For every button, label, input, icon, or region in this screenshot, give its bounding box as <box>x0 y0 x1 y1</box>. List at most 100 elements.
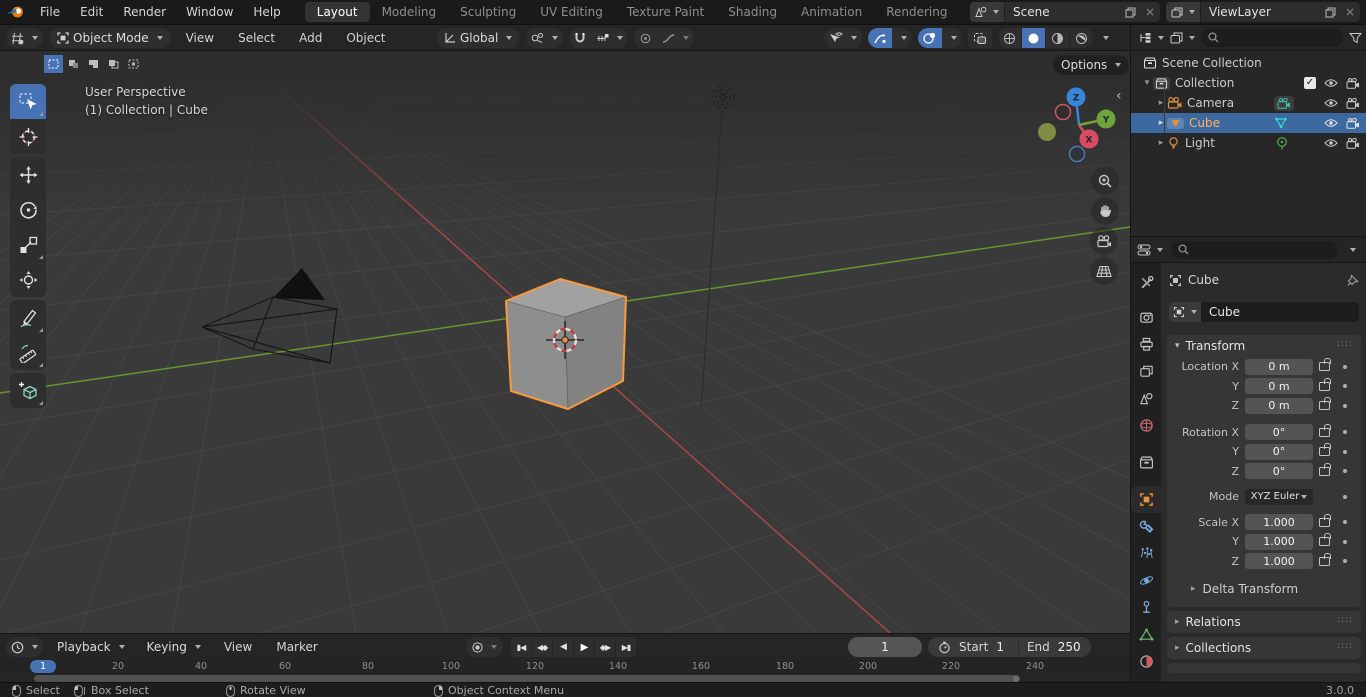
browse-object-button[interactable] <box>1169 302 1201 322</box>
viewport-3d[interactable]: User Perspective (1) Collection | Cube O… <box>0 51 1130 633</box>
panel-grip[interactable]: :::: <box>1337 339 1353 349</box>
tool-add-cube[interactable] <box>10 373 46 408</box>
viewlayer-name[interactable]: ViewLayer <box>1201 5 1320 19</box>
shading-rendered-button[interactable] <box>1070 28 1093 48</box>
gizmos-toggle[interactable] <box>868 28 892 48</box>
lock-icon[interactable] <box>1313 397 1335 411</box>
new-viewlayer-button[interactable] <box>1320 2 1340 22</box>
tool-measure[interactable] <box>10 335 46 370</box>
tab-object[interactable] <box>1131 486 1161 513</box>
timeline-scrollbar[interactable] <box>34 675 1020 682</box>
mesh-data-icon[interactable] <box>1274 117 1288 129</box>
tab-physics[interactable] <box>1131 567 1161 594</box>
jump-to-end-button[interactable]: ▶▮ <box>616 637 636 657</box>
transform-orientation-dropdown[interactable]: Global <box>436 28 521 48</box>
lock-icon[interactable] <box>1313 533 1335 547</box>
lock-icon[interactable] <box>1313 423 1335 437</box>
menu-object[interactable]: Object <box>337 31 394 45</box>
workspace-tab-uv-editing[interactable]: UV Editing <box>528 2 615 22</box>
new-scene-button[interactable] <box>1120 2 1140 22</box>
lock-icon[interactable] <box>1313 513 1335 527</box>
object-name-field[interactable]: Cube <box>1201 302 1359 322</box>
animate-dot[interactable] <box>1343 559 1347 564</box>
tool-annotate[interactable] <box>10 300 46 335</box>
current-frame-field[interactable]: 1 <box>848 637 922 657</box>
expand-arrow-icon[interactable]: ▸ <box>1155 98 1167 108</box>
hide-eye-icon[interactable] <box>1324 98 1338 108</box>
collections-panel[interactable]: ▸ Collections :::: <box>1167 637 1361 659</box>
tab-world[interactable] <box>1131 412 1161 439</box>
timeline-ruler[interactable]: 20 40 60 80 100 120 140 160 180 200 220 … <box>0 660 1130 673</box>
pan-button[interactable] <box>1091 197 1119 225</box>
camera-view-button[interactable] <box>1090 227 1118 255</box>
outliner-row-light[interactable]: ▸ Light <box>1131 133 1366 153</box>
select-mode-extend[interactable] <box>64 55 83 73</box>
tab-output[interactable] <box>1131 331 1161 358</box>
disable-render-icon[interactable] <box>1346 137 1360 149</box>
shading-dropdown[interactable] <box>1094 28 1114 48</box>
animate-dot[interactable] <box>1343 384 1347 389</box>
panel-grip[interactable]: :::: <box>1337 641 1353 651</box>
select-mode-invert[interactable] <box>104 55 123 73</box>
outliner-row-cube[interactable]: ▸ Cube <box>1131 113 1366 133</box>
gizmo-neg-z[interactable] <box>1068 145 1086 163</box>
relations-panel[interactable]: ▸ Relations :::: <box>1167 611 1361 633</box>
mode-selector[interactable]: Object Mode <box>49 28 171 48</box>
tab-tool[interactable] <box>1131 269 1161 296</box>
animate-dot[interactable] <box>1343 520 1347 525</box>
play-button[interactable]: ▶ <box>574 637 594 657</box>
snap-toggle[interactable] <box>569 28 592 48</box>
disable-render-icon[interactable] <box>1346 97 1360 109</box>
filter-icon[interactable] <box>1349 32 1362 44</box>
timeline-editor-type-button[interactable] <box>6 637 43 657</box>
outliner-row-camera[interactable]: ▸ Camera <box>1131 93 1366 113</box>
gizmos-dropdown[interactable] <box>892 28 912 48</box>
menu-window[interactable]: Window <box>176 5 243 19</box>
next-keyframe-button[interactable]: ◆▶ <box>595 637 615 657</box>
delete-scene-button[interactable]: × <box>1140 2 1160 22</box>
tool-cursor[interactable] <box>10 119 46 154</box>
gizmo-neg-x[interactable] <box>1054 103 1072 121</box>
outliner-row-collection[interactable]: ▾ Collection ✓ <box>1131 73 1366 93</box>
scale-y-field[interactable]: 1.000 <box>1245 533 1313 550</box>
shading-material-button[interactable] <box>1046 28 1069 48</box>
outliner-display-mode-dropdown[interactable] <box>1139 32 1164 44</box>
remove-viewlayer-button[interactable]: × <box>1340 2 1360 22</box>
tab-particles[interactable] <box>1131 540 1161 567</box>
tab-material[interactable] <box>1131 648 1161 675</box>
lock-icon[interactable] <box>1313 462 1335 476</box>
animate-dot[interactable] <box>1343 449 1347 454</box>
overlays-dropdown[interactable] <box>942 28 962 48</box>
end-frame-field[interactable]: 250 <box>1058 640 1081 654</box>
tab-modifiers[interactable] <box>1131 513 1161 540</box>
start-frame-field[interactable]: 1 <box>996 640 1004 654</box>
workspace-tab-layout[interactable]: Layout <box>304 2 370 22</box>
hide-eye-icon[interactable] <box>1324 118 1338 128</box>
location-x-field[interactable]: 0 m <box>1245 358 1313 375</box>
timeline-view-menu[interactable]: View <box>215 640 261 654</box>
properties-options-dropdown[interactable] <box>1350 247 1356 252</box>
disable-render-icon[interactable] <box>1346 77 1360 89</box>
menu-select[interactable]: Select <box>229 31 284 45</box>
rotation-z-field[interactable]: 0° <box>1245 463 1313 480</box>
browse-scene-button[interactable] <box>970 2 1005 22</box>
lock-icon[interactable] <box>1313 552 1335 566</box>
location-y-field[interactable]: 0 m <box>1245 378 1313 395</box>
workspace-tab-rendering[interactable]: Rendering <box>874 2 959 22</box>
gizmo-neg-y[interactable] <box>1038 123 1056 141</box>
timeline-marker-menu[interactable]: Marker <box>267 640 326 654</box>
expand-arrow-icon[interactable]: ▸ <box>1155 138 1167 148</box>
light-data-icon[interactable] <box>1276 136 1288 150</box>
proportional-falloff-dropdown[interactable] <box>657 28 695 48</box>
animate-dot[interactable] <box>1343 430 1347 435</box>
viewport-canvas[interactable] <box>0 51 1130 633</box>
panel-grip[interactable]: :::: <box>1337 615 1353 625</box>
disable-render-icon[interactable] <box>1346 117 1360 129</box>
animate-dot[interactable] <box>1343 364 1347 369</box>
stopwatch-icon[interactable] <box>938 641 951 654</box>
menu-edit[interactable]: Edit <box>70 5 113 19</box>
tab-collection[interactable] <box>1131 449 1161 476</box>
animate-dot[interactable] <box>1343 403 1347 408</box>
overlays-toggle[interactable] <box>918 28 942 48</box>
animate-dot[interactable] <box>1343 494 1347 499</box>
